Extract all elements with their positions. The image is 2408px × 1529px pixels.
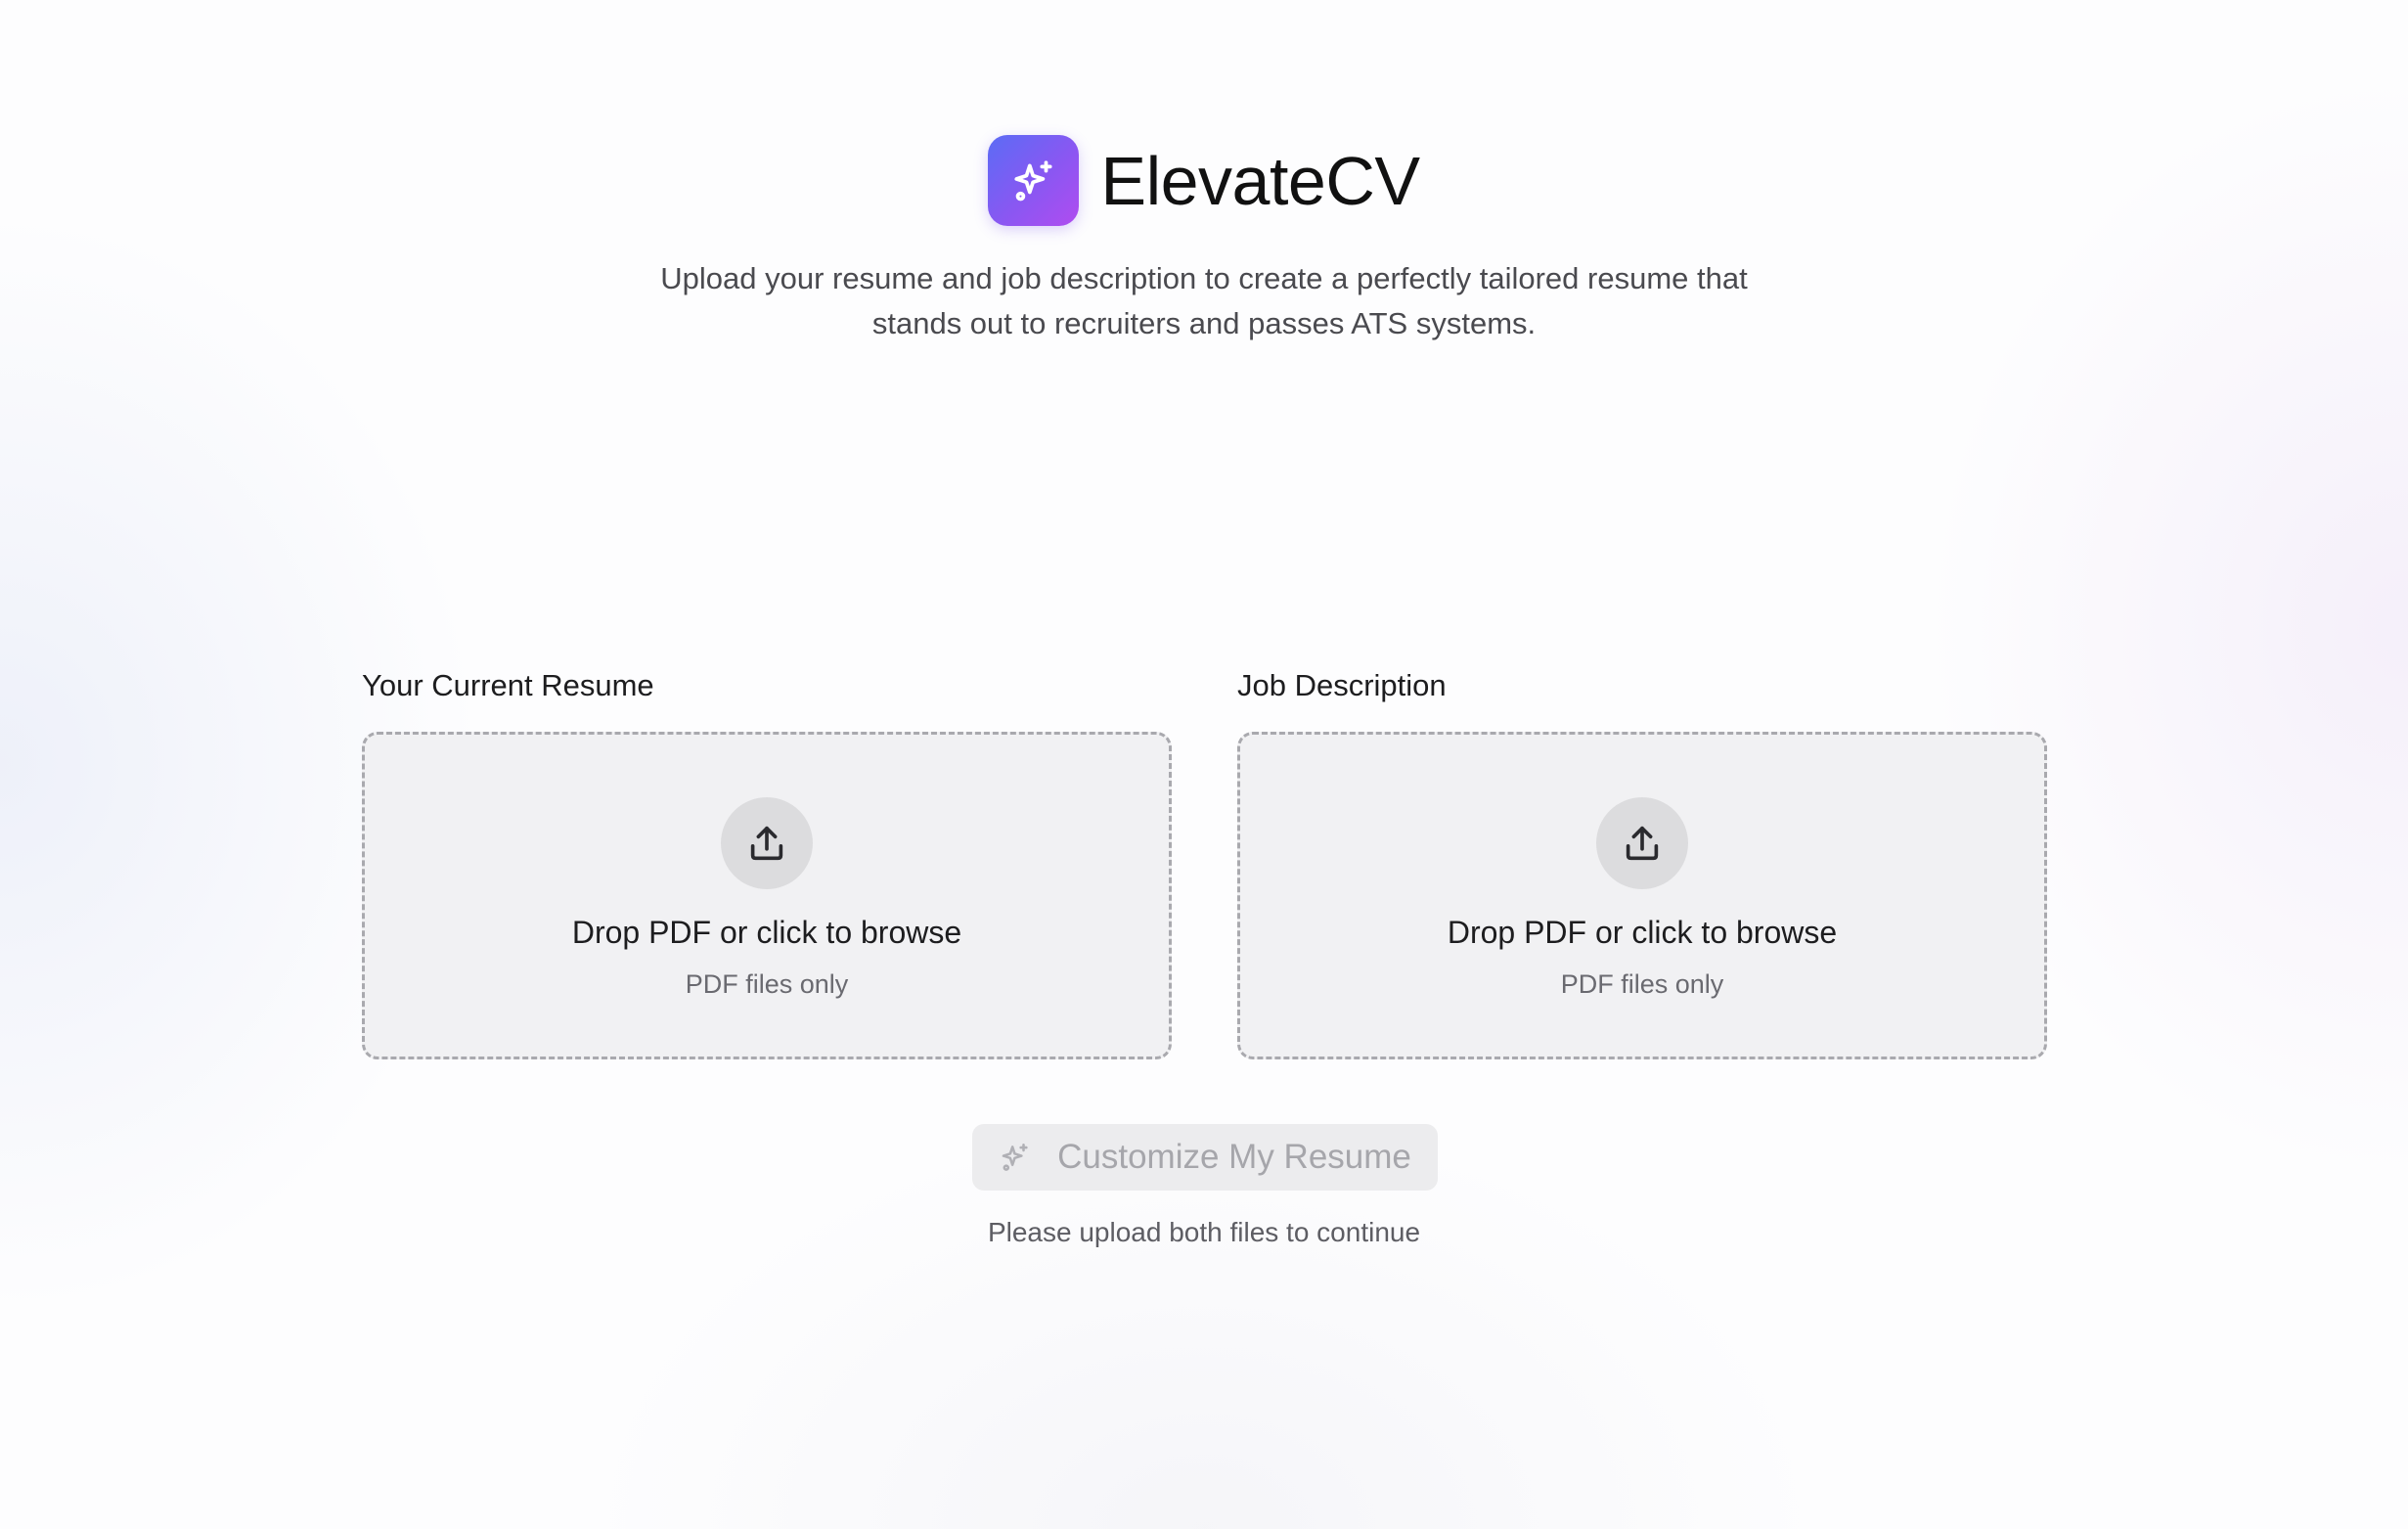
- job-description-upload-button[interactable]: [1596, 797, 1688, 889]
- sparkles-icon: [1014, 159, 1052, 201]
- resume-upload-button[interactable]: [721, 797, 813, 889]
- job-description-section-label: Job Description: [1237, 668, 1447, 702]
- brand-header: ElevateCV: [0, 135, 2408, 226]
- job-description-drop-title: Drop PDF or click to browse: [1447, 915, 1838, 950]
- resume-section-label: Your Current Resume: [362, 668, 654, 702]
- resume-dropzone[interactable]: Drop PDF or click to browse PDF files on…: [362, 732, 1172, 1059]
- sparkles-icon: [1002, 1143, 1028, 1171]
- job-description-dropzone[interactable]: Drop PDF or click to browse PDF files on…: [1237, 732, 2047, 1059]
- upload-icon: [1626, 826, 1659, 861]
- tagline-line-1: Upload your resume and job description t…: [660, 261, 1748, 295]
- app-title: ElevateCV: [1100, 142, 1420, 219]
- resume-drop-title: Drop PDF or click to browse: [571, 915, 962, 950]
- tagline-line-2: stands out to recruiters and passes ATS …: [871, 306, 1537, 340]
- brand-logo: [988, 135, 1080, 226]
- upload-icon: [750, 826, 783, 861]
- customize-resume-button-label: Customize My Resume: [1057, 1138, 1411, 1176]
- resume-drop-subtitle: PDF files only: [685, 969, 849, 999]
- customize-resume-button[interactable]: Customize My Resume: [972, 1124, 1438, 1191]
- upload-hint: Please upload both files to continue: [987, 1217, 1421, 1247]
- job-description-drop-subtitle: PDF files only: [1560, 969, 1724, 999]
- tagline: Upload your resume and job description t…: [617, 256, 1791, 346]
